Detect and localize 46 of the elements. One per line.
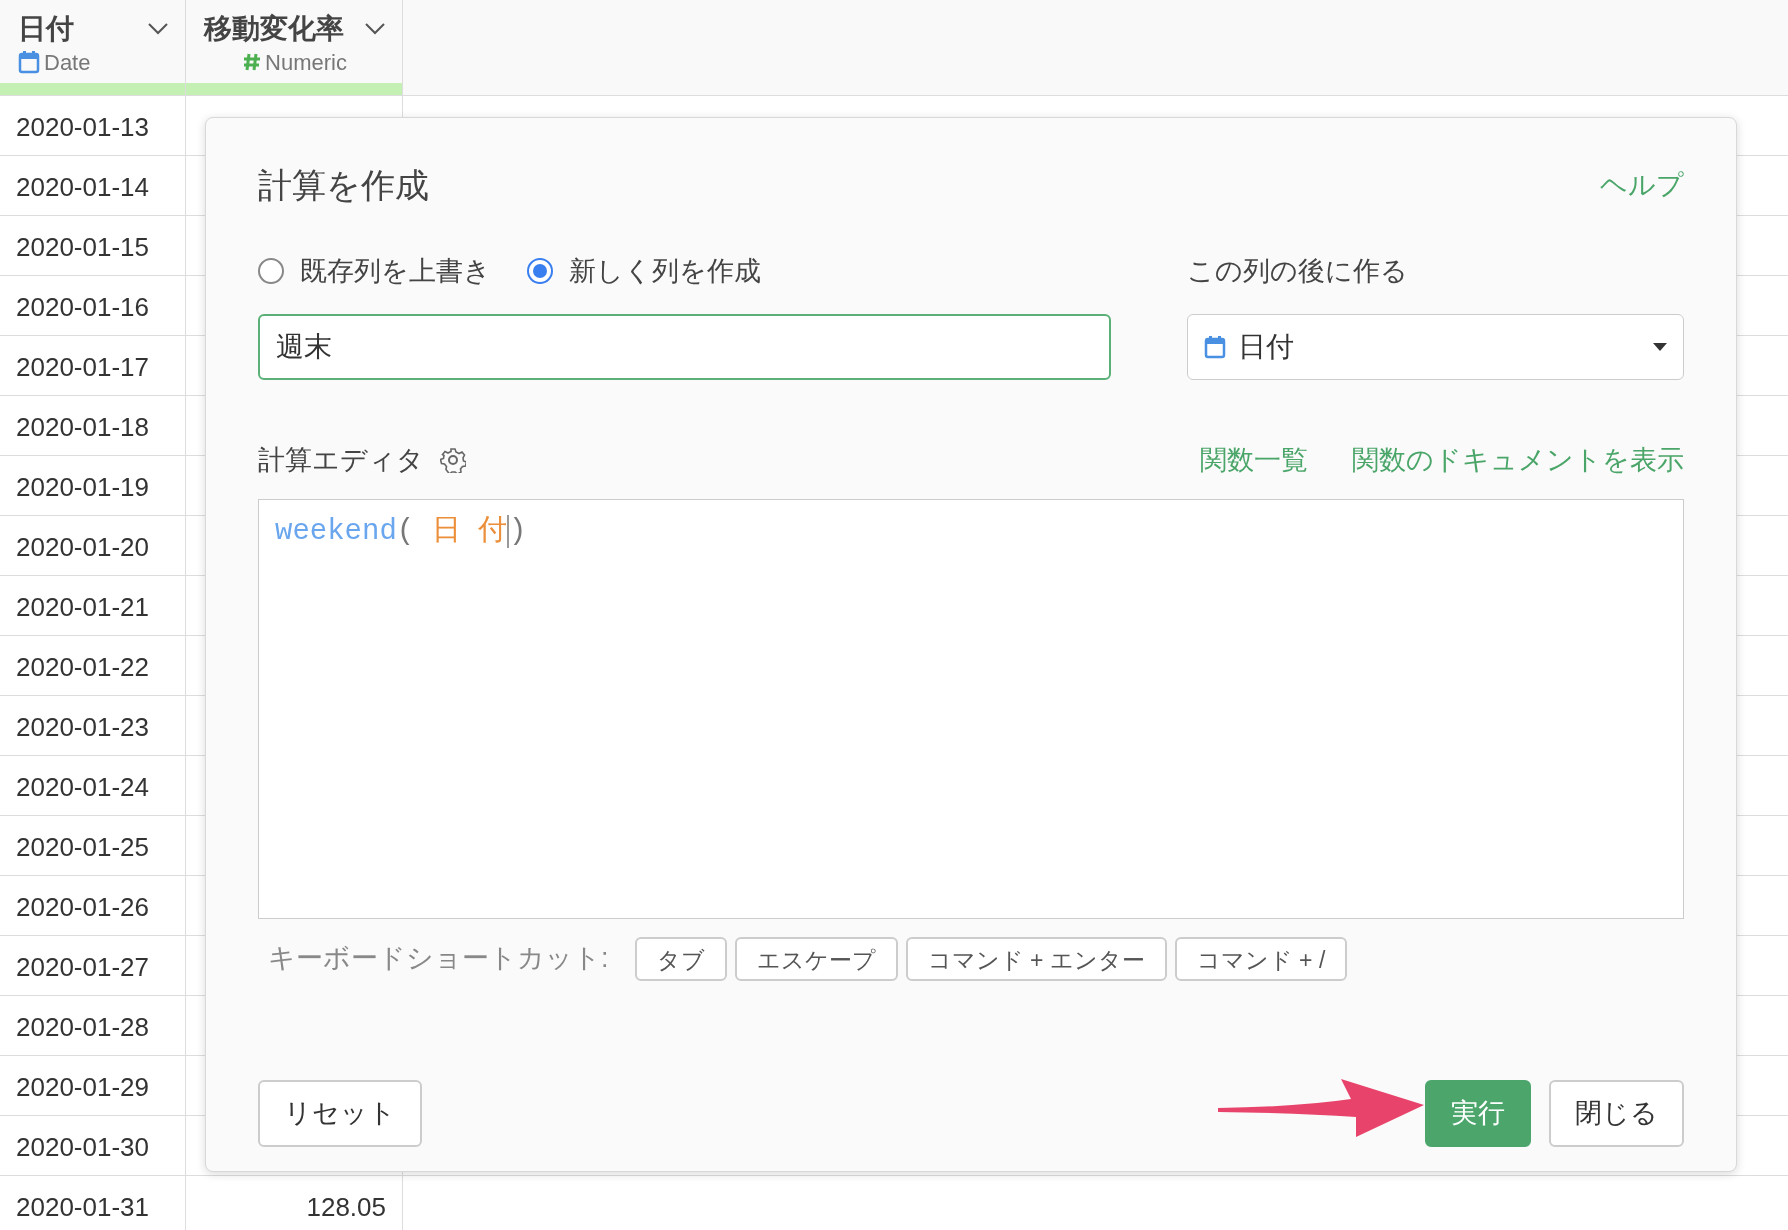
field-label: この列の後に作る xyxy=(1187,255,1409,288)
column-select[interactable]: 日付 xyxy=(1187,314,1684,380)
table-cell: 2020-01-22 xyxy=(16,652,149,682)
editor-label: 計算エディタ xyxy=(258,444,424,477)
chevron-down-icon[interactable] xyxy=(364,21,386,36)
table-cell: 2020-01-16 xyxy=(16,292,149,322)
table-cell: 2020-01-14 xyxy=(16,172,149,202)
table-cell: 128.05 xyxy=(306,1192,386,1222)
table-cell: 2020-01-27 xyxy=(16,952,149,982)
radio-option[interactable]: 既存列を上書き xyxy=(258,250,491,292)
table-cell: 2020-01-17 xyxy=(16,352,149,382)
table-cell: 2020-01-28 xyxy=(16,1012,149,1042)
calendar-icon xyxy=(1204,335,1226,359)
table-cell: 2020-01-25 xyxy=(16,832,149,862)
dialog-title: 計算を作成 xyxy=(258,165,429,206)
table-cell: 2020-01-31 xyxy=(16,1192,149,1222)
caret-icon xyxy=(1653,343,1667,351)
column-type: Numeric xyxy=(265,48,347,77)
table-cell: 2020-01-19 xyxy=(16,472,149,502)
table-cell: 2020-01-20 xyxy=(16,532,149,562)
table-cell: 2020-01-24 xyxy=(16,772,149,802)
shortcut-key: エスケープ xyxy=(734,936,898,981)
column-header[interactable]: 移動変化率 xyxy=(204,12,344,46)
shortcut-key: コマンド + エンター xyxy=(905,936,1167,981)
close-button[interactable]: 閉じる xyxy=(1549,1079,1684,1147)
code-line[interactable]: weekend( 日 付) xyxy=(275,509,1667,553)
shortcut-key: コマンド + / xyxy=(1174,936,1348,981)
chevron-down-icon[interactable] xyxy=(147,21,169,36)
calendar-icon xyxy=(18,50,40,75)
shortcut-label: キーボードショートカット: xyxy=(268,942,609,976)
column-name-field[interactable]: 週末 xyxy=(258,314,1111,380)
table-cell: 2020-01-23 xyxy=(16,712,149,742)
table-cell: 2020-01-30 xyxy=(16,1132,149,1162)
column-type: Date xyxy=(44,48,91,77)
settings-icon[interactable] xyxy=(440,447,466,474)
hash-icon xyxy=(243,52,262,73)
reset-button[interactable]: リセット xyxy=(258,1079,422,1147)
table-cell: 2020-01-13 xyxy=(16,112,149,142)
radio-option[interactable]: 新しく列を作成 xyxy=(527,250,761,292)
table-cell: 2020-01-26 xyxy=(16,892,149,922)
table-cell: 2020-01-18 xyxy=(16,412,149,442)
shortcut-key: タブ xyxy=(634,936,727,981)
table-cell: 2020-01-15 xyxy=(16,232,149,262)
table-cell: 2020-01-21 xyxy=(16,592,149,622)
table-cell: 2020-01-29 xyxy=(16,1072,149,1102)
column-header[interactable]: 日付 xyxy=(18,12,74,46)
